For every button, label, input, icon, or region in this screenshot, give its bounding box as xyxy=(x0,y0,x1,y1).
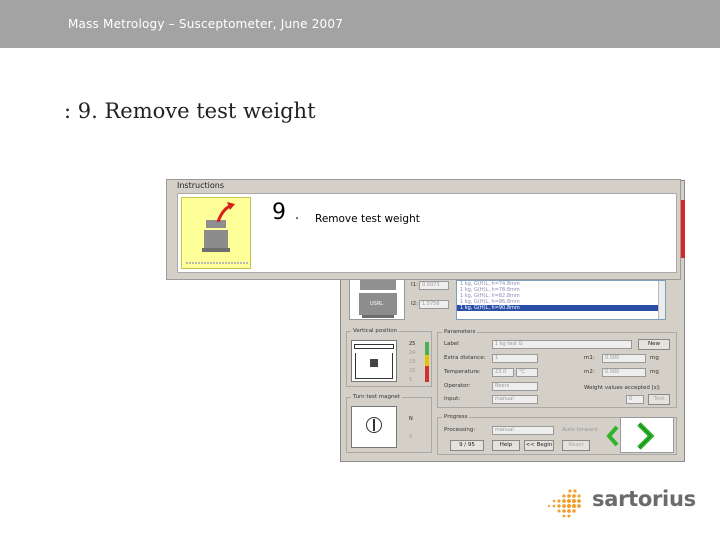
position-level-indicator xyxy=(425,342,429,382)
reset-button[interactable]: Reset xyxy=(562,440,590,451)
temperature-label: Temperature: xyxy=(444,369,481,375)
temperature-field[interactable]: 23.0 xyxy=(492,368,514,377)
input-label: Input: xyxy=(444,396,461,402)
header-title: Mass Metrology – Susceptometer, June 200… xyxy=(68,17,344,31)
step-separator: . xyxy=(295,208,300,223)
vertical-position-group: Vertical position 25 24 23 22 5 xyxy=(346,328,432,387)
m1-label: m1: xyxy=(584,355,595,361)
vertical-position-option-25[interactable]: 25 xyxy=(409,341,415,347)
parameters-label: Parameters xyxy=(442,329,478,335)
chevron-left-icon xyxy=(606,425,619,447)
magnet-option-s[interactable]: S xyxy=(409,434,412,440)
back-arrow-button[interactable] xyxy=(605,424,619,448)
weight-image-panel: USRL xyxy=(349,276,405,320)
parameters-group: Parameters Label 1 kg test G New Extra d… xyxy=(437,329,677,408)
help-button[interactable]: Help xyxy=(492,440,520,451)
input-select[interactable]: manual xyxy=(492,395,538,404)
begin-button[interactable]: << Begin xyxy=(524,440,554,451)
vertical-position-option-22[interactable]: 22 xyxy=(409,368,415,374)
vertical-position-option-23[interactable]: 23 xyxy=(409,359,415,365)
weight-list[interactable]: 1 kg, G(H)L, h=74.8mm 1 kg, G(H)L, h=78.… xyxy=(456,280,666,320)
weight-icon-label: USRL xyxy=(370,301,384,307)
status-indicator-bar xyxy=(681,200,685,258)
new-button[interactable]: New xyxy=(638,339,670,350)
vertical-position-diagram xyxy=(351,340,397,382)
slide-heading: : 9. Remove test weight xyxy=(64,99,316,123)
sartorius-dot-mark-icon xyxy=(547,489,581,518)
processing-select[interactable]: manual xyxy=(492,426,554,435)
operator-field[interactable]: Beers xyxy=(492,382,538,391)
step-illustration xyxy=(181,197,251,269)
sartorius-logo: sartorius xyxy=(546,486,696,518)
vertical-position-label: Vertical position xyxy=(351,328,400,334)
label-field-label: Label xyxy=(444,341,459,347)
distance-field[interactable]: 1 xyxy=(492,354,538,363)
operator-label: Operator: xyxy=(444,383,471,389)
readout-value-2: 1.5756 xyxy=(419,300,449,309)
chevron-right-icon xyxy=(637,422,655,450)
list-scrollbar[interactable] xyxy=(658,281,665,319)
logo-wordmark: sartorius xyxy=(592,487,696,511)
m2-label: m2: xyxy=(584,369,595,375)
processing-label: Processing: xyxy=(444,427,476,433)
temperature-unit-select[interactable]: °C xyxy=(516,368,538,377)
step-counter: 9 / 95 xyxy=(450,440,484,451)
progress-label: Progress xyxy=(442,414,470,420)
vertical-position-option-5[interactable]: 5 xyxy=(409,377,412,383)
header-bar: Mass Metrology – Susceptometer, June 200… xyxy=(0,0,720,48)
list-item-selected[interactable]: 1 kg, G(H)L, h=90.8mm xyxy=(457,305,665,311)
turn-magnet-diagram xyxy=(351,406,397,448)
label-field[interactable]: 1 kg test G xyxy=(492,340,632,349)
distance-label: Extra distance: xyxy=(444,355,486,361)
auto-forward-checkbox[interactable]: Auto forward xyxy=(562,427,598,433)
turn-magnet-label: Turn test magnet xyxy=(351,394,402,400)
magnet-option-n[interactable]: N xyxy=(409,416,413,422)
step-instruction-text: Remove test weight xyxy=(315,213,420,225)
accept-field: 0 xyxy=(626,395,644,404)
m2-unit: mg xyxy=(650,369,659,375)
m1-field: 0.000 xyxy=(602,354,646,363)
step-number: 9 xyxy=(272,200,286,225)
readout-label-1: I1: xyxy=(411,282,418,288)
test-button[interactable]: Test xyxy=(648,394,670,405)
instructions-label: Instructions xyxy=(175,181,226,190)
readout-label-2: I2: xyxy=(411,301,418,307)
mass-standard-icon xyxy=(359,280,397,318)
accept-label: Weight values accepted [s]: xyxy=(584,385,661,391)
vertical-position-option-24[interactable]: 24 xyxy=(409,350,415,356)
instructions-panel: Instructions 9 . Remove test weight xyxy=(166,179,681,280)
instructions-content: 9 . Remove test weight xyxy=(177,193,677,273)
forward-arrow-button[interactable] xyxy=(620,417,674,453)
remove-weight-icon xyxy=(186,202,248,264)
m2-field: 0.000 xyxy=(602,368,646,377)
m1-unit: mg xyxy=(650,355,659,361)
turn-magnet-group: Turn test magnet N S xyxy=(346,394,432,453)
slide: Mass Metrology – Susceptometer, June 200… xyxy=(0,0,720,540)
readout-value-1: 0.5073 xyxy=(419,281,449,290)
